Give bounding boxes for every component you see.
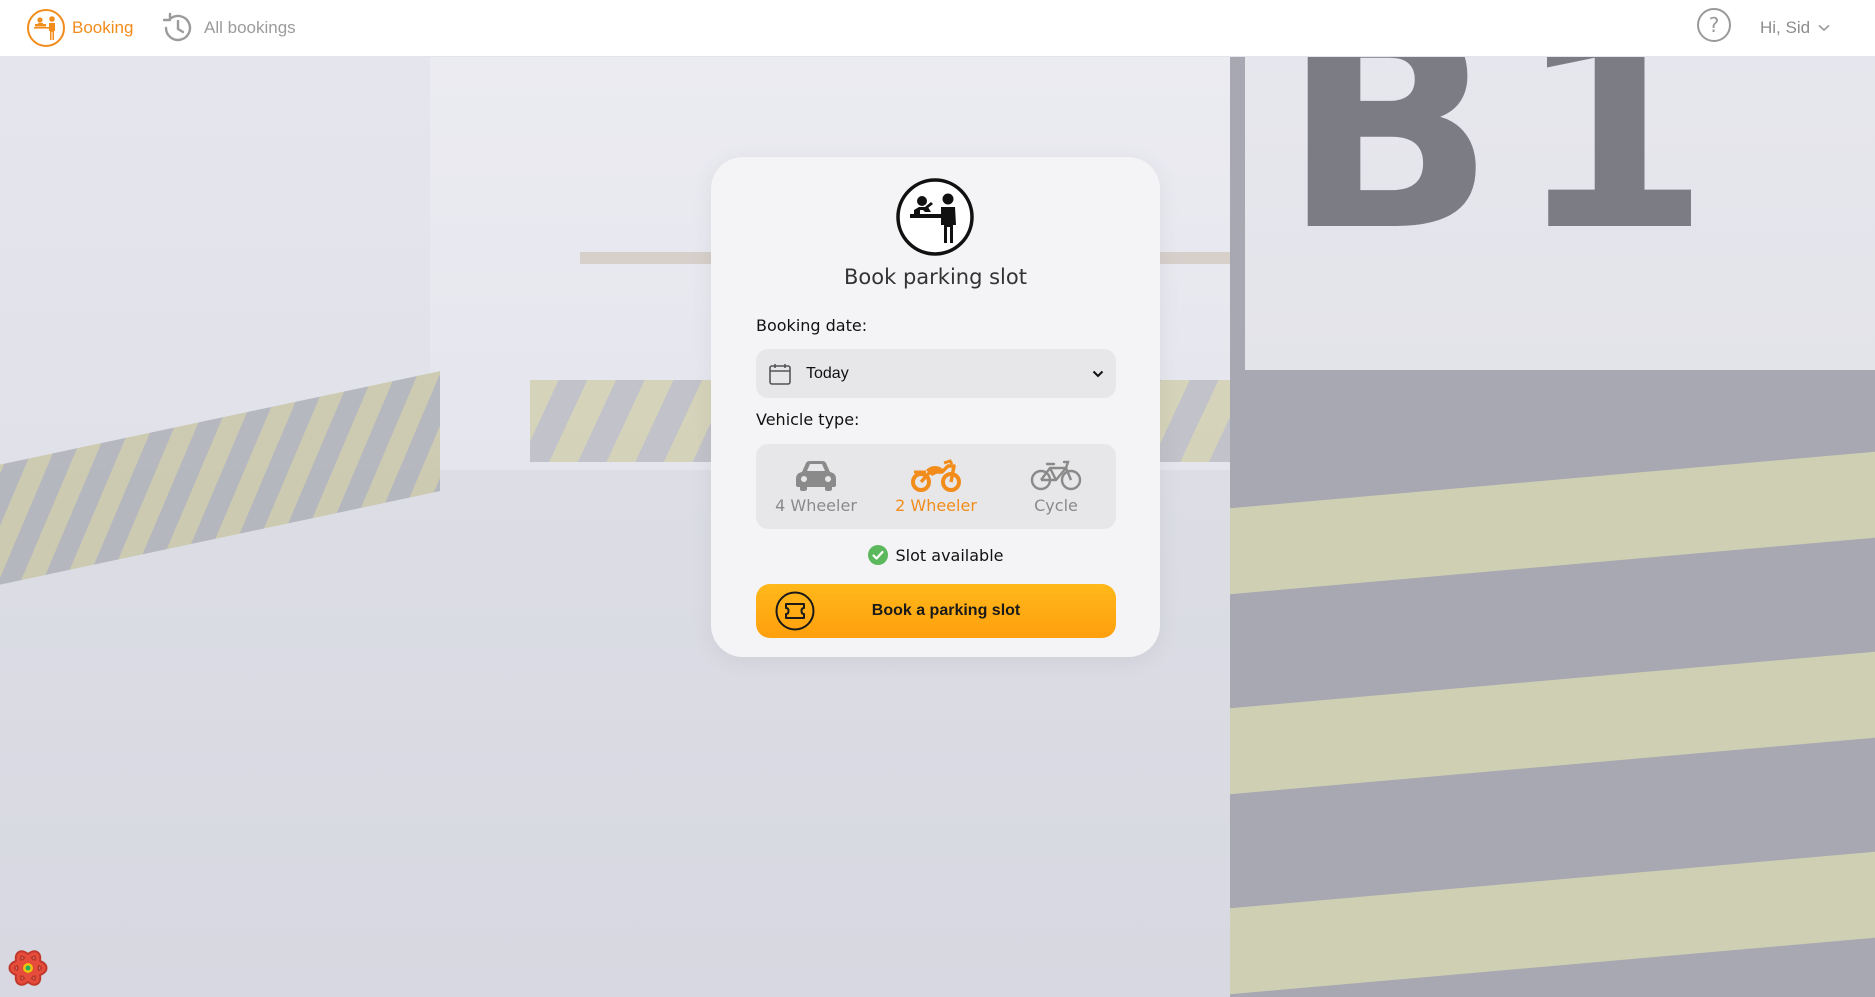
ticket-icon — [775, 591, 815, 631]
nav-all-bookings-link[interactable]: All bookings — [158, 4, 296, 52]
history-icon — [162, 12, 192, 42]
chevron-down-icon — [1092, 370, 1104, 377]
chevron-down-icon — [1818, 24, 1830, 32]
vehicle-option-cycle[interactable]: Cycle — [996, 444, 1116, 529]
check-circle-icon — [867, 545, 888, 565]
book-parking-slot-button[interactable]: Book a parking slot — [756, 584, 1116, 638]
car-icon — [796, 461, 836, 491]
vehicle-type-label: Vehicle type: — [756, 410, 860, 429]
motorcycle-icon — [911, 459, 961, 492]
booking-date-label: Booking date: — [756, 316, 868, 335]
calendar-icon — [769, 363, 791, 385]
booking-date-value: Today — [806, 364, 849, 382]
vehicle-type-selector: 4 Wheeler 2 Wheeler Cycle — [756, 444, 1116, 529]
vehicle-option-label: 4 Wheeler — [775, 496, 857, 515]
help-icon[interactable]: ? — [1697, 8, 1731, 42]
vehicle-option-label: Cycle — [1034, 496, 1078, 515]
booking-card: Book parking slot Booking date: Today Ve… — [711, 157, 1160, 657]
booking-desk-icon — [896, 178, 974, 256]
slot-availability-status: Slot available — [711, 545, 1160, 565]
vehicle-option-2-wheeler[interactable]: 2 Wheeler — [876, 444, 996, 529]
bicycle-icon — [1030, 460, 1082, 491]
nav-booking-link[interactable]: Booking — [26, 4, 133, 52]
booking-date-select[interactable]: Today — [756, 349, 1116, 398]
top-navigation-bar: Booking All bookings ? Hi, Sid — [0, 0, 1875, 57]
slot-status-text: Slot available — [895, 545, 1004, 565]
nav-all-bookings-label: All bookings — [204, 18, 296, 37]
user-greeting: Hi, Sid — [1760, 18, 1811, 37]
vehicle-option-4-wheeler[interactable]: 4 Wheeler — [756, 444, 876, 529]
card-title: Book parking slot — [844, 265, 1027, 289]
react-devtools-icon[interactable] — [8, 948, 48, 988]
booking-desk-icon — [27, 9, 65, 47]
user-menu[interactable]: Hi, Sid — [1760, 16, 1830, 40]
nav-booking-label: Booking — [72, 18, 134, 37]
vehicle-option-label: 2 Wheeler — [895, 496, 977, 515]
